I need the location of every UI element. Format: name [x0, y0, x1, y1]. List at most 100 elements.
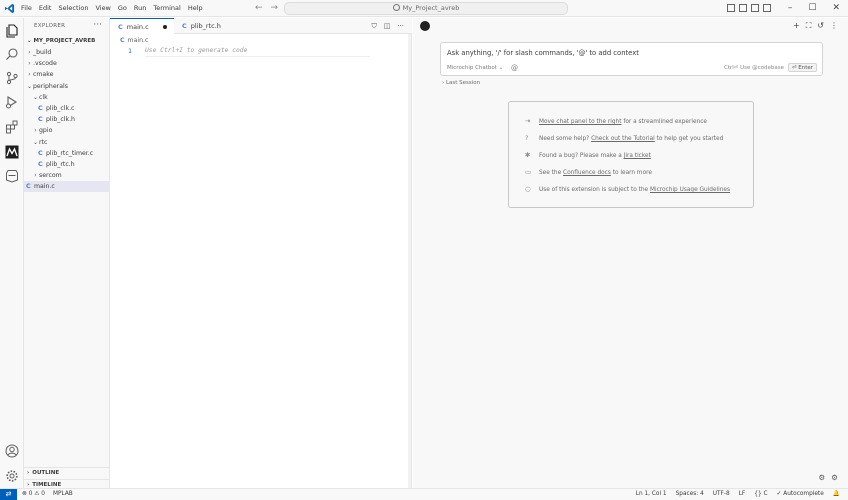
status-bar: ⇄ ⊗ 0 ⚠ 0 MPLAB Ln 1, Col 1 Spaces: 4 UT… — [0, 488, 848, 500]
code-line[interactable]: 1 Use Ctrl+I to generate code — [110, 47, 370, 57]
mplab-status[interactable]: MPLAB — [53, 489, 73, 500]
manage-gear-icon[interactable] — [5, 469, 19, 483]
menu-go[interactable]: Go — [118, 4, 127, 12]
tree-folder[interactable]: › cmake — [24, 69, 110, 80]
outline-section[interactable]: › OUTLINE — [24, 468, 110, 479]
chevron-right-icon: › — [28, 49, 31, 56]
search-icon[interactable] — [5, 47, 19, 61]
outline-label: OUTLINE — [32, 470, 60, 476]
explorer-icon[interactable] — [5, 24, 19, 38]
extensions-icon[interactable] — [5, 120, 19, 134]
split-editor-icon[interactable]: ◫ — [384, 22, 391, 31]
tree-folder[interactable]: › sercom — [24, 170, 110, 181]
tab-plib-rtc-h[interactable]: Cplib_rtc.h — [174, 18, 246, 34]
enter-button[interactable]: ⏎ Enter — [787, 63, 817, 72]
tip-link[interactable]: Confluence docs — [563, 170, 611, 176]
remote-indicator[interactable]: ⇄ — [0, 489, 17, 500]
menu-selection[interactable]: Selection — [58, 4, 88, 12]
chevron-right-icon: › — [28, 71, 31, 79]
run-debug-icon[interactable] — [5, 95, 19, 109]
toggle-panel-icon[interactable] — [739, 4, 747, 12]
tip-row: ? Need some help? Check out the Tutorial … — [525, 134, 723, 144]
autocomplete-status[interactable]: ✓ Autocomplete — [777, 489, 824, 500]
tree-folder[interactable]: ⌄rtc — [24, 137, 110, 148]
more-actions-icon[interactable]: ··· — [93, 20, 102, 30]
more-actions-icon[interactable]: ⋮ — [830, 21, 838, 31]
unsaved-dot-icon[interactable] — [163, 25, 167, 29]
tip-row: ▭ See the Confluence docs to learn more — [525, 168, 652, 178]
tip-text: See the — [539, 170, 564, 176]
menu-view[interactable]: View — [95, 4, 110, 12]
tree-file[interactable]: Cmain.c — [24, 181, 110, 193]
tree-item-label: sercom — [39, 172, 62, 180]
tree-folder[interactable]: › _build — [24, 47, 110, 58]
mplab-icon[interactable] — [5, 145, 19, 159]
model-selector[interactable]: Microchip Chatbot ⌄ — [447, 65, 503, 71]
tip-text: to learn more — [610, 170, 652, 176]
chevron-right-icon: › — [34, 172, 37, 180]
breadcrumb[interactable]: Cmain.c — [120, 37, 148, 44]
tree-folder[interactable]: › .vscode — [24, 58, 110, 69]
line-number: 1 — [128, 47, 132, 55]
chevron-down-icon: ⌄ — [32, 138, 39, 146]
tip-link[interactable]: Check out the Tutorial — [591, 136, 655, 142]
tree-item-label: peripherals — [33, 82, 68, 90]
end-of-line[interactable]: LF — [739, 489, 746, 500]
tip-link[interactable]: Microchip Usage Guidelines — [650, 187, 730, 193]
scrollbar[interactable] — [408, 34, 411, 488]
encoding[interactable]: UTF-8 — [713, 489, 730, 500]
book-icon: ▭ — [525, 168, 532, 176]
chevron-down-icon: ⌄ — [26, 82, 33, 90]
tip-link[interactable]: Jira ticket — [624, 153, 651, 159]
tree-file[interactable]: Cplib_rtc_timer.c — [24, 148, 110, 159]
mplab-chip-icon[interactable] — [5, 169, 19, 183]
more-actions-icon[interactable]: ··· — [397, 22, 404, 31]
menu-run[interactable]: Run — [134, 4, 146, 12]
chevron-down-icon: ⌄ — [32, 93, 39, 101]
tab-main-c[interactable]: Cmain.c — [110, 18, 174, 34]
new-chat-icon[interactable]: + — [793, 21, 800, 31]
problems-indicator[interactable]: ⊗ 0 ⚠ 0 — [22, 489, 45, 500]
indentation[interactable]: Spaces: 4 — [676, 489, 704, 500]
menu-edit[interactable]: Edit — [39, 4, 52, 12]
menu-help[interactable]: Help — [188, 4, 203, 12]
tip-row: ⇥ Move chat panel to the right for a stre… — [525, 117, 707, 127]
tree-file[interactable]: Cplib_clk.h — [24, 114, 110, 125]
customize-layout-icon[interactable] — [763, 4, 771, 12]
minimize-icon[interactable]: – — [788, 1, 793, 15]
fullscreen-icon[interactable]: ⛶ — [806, 21, 812, 31]
settings-icon[interactable]: ⚙ — [819, 473, 826, 482]
toggle-secondary-sidebar-icon[interactable] — [751, 4, 759, 12]
cursor-position[interactable]: Ln 1, Col 1 — [636, 489, 667, 500]
gear-icon[interactable]: ⚙ — [831, 473, 838, 482]
history-icon[interactable]: ↺ — [817, 21, 824, 31]
chevron-right-icon: › — [34, 127, 37, 135]
chat-input[interactable]: Ask anything, '/' for slash commands, '@… — [440, 42, 823, 76]
account-icon[interactable] — [5, 444, 19, 458]
tree-file[interactable]: Cplib_rtc.h — [24, 159, 110, 170]
notifications-bell-icon[interactable]: 🔔 — [833, 489, 840, 500]
last-session-toggle[interactable]: › Last Session — [442, 80, 480, 86]
filter-icon[interactable]: ⛉ — [371, 22, 376, 31]
tree-folder[interactable]: ⌄peripherals — [24, 81, 110, 92]
forward-arrow-icon[interactable]: → — [271, 3, 279, 13]
tree-folder[interactable]: ⌄clk — [24, 92, 110, 103]
close-icon[interactable]: ✕ — [832, 1, 840, 15]
command-center-search[interactable]: My_Project_avreb — [284, 2, 568, 15]
project-root-folder[interactable]: ⌄ MY_PROJECT_AVREB — [27, 38, 95, 44]
toggle-sidebar-icon[interactable] — [727, 4, 735, 12]
chat-header: + ⛶ ↺ ⋮ — [413, 18, 848, 35]
source-control-icon[interactable] — [5, 71, 19, 85]
tip-link[interactable]: Move chat panel to the right — [539, 119, 621, 125]
menu-file[interactable]: File — [21, 4, 32, 12]
tab-label: plib_rtc.h — [190, 22, 221, 30]
language-mode[interactable]: {} C — [754, 489, 767, 500]
back-arrow-icon[interactable]: ← — [255, 3, 263, 13]
chevron-right-icon: › — [27, 470, 30, 476]
maximize-icon[interactable]: ☐ — [808, 1, 816, 15]
menu-terminal[interactable]: Terminal — [153, 4, 180, 12]
tree-file[interactable]: Cplib_clk.c — [24, 103, 110, 114]
tip-row: ✱ Found a bug? Please make a Jira ticket — [525, 151, 651, 161]
add-context-icon[interactable]: @ — [511, 64, 518, 72]
tree-folder[interactable]: › gpio — [24, 125, 110, 136]
